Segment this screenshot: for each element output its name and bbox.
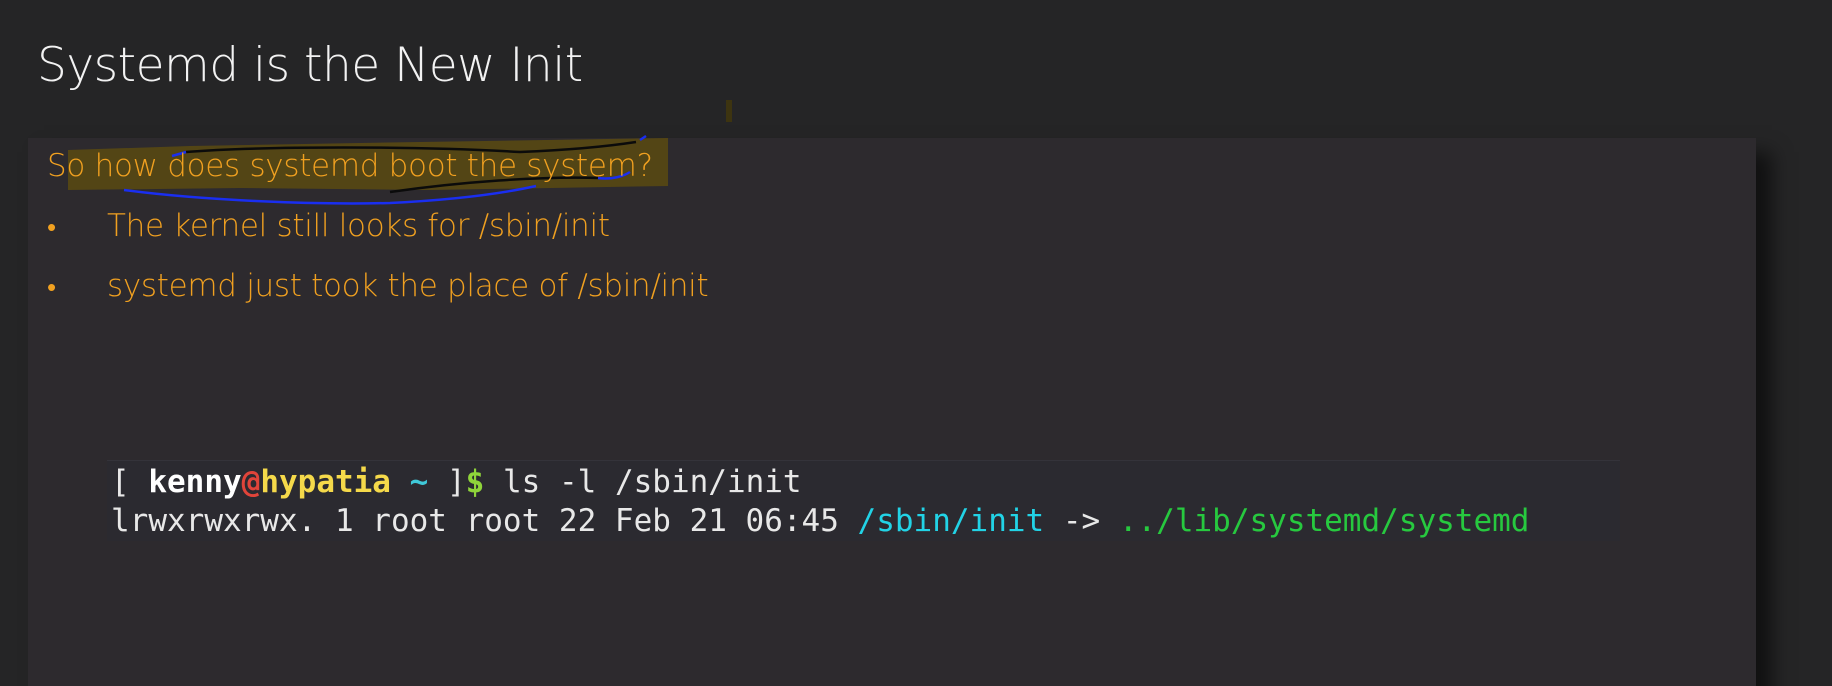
bullet-text: systemd just took the place of /sbin/ini…: [107, 268, 709, 304]
stray-ink-mark: [726, 100, 732, 122]
slide-stage: Systemd is the New Init So how does syst…: [0, 0, 1832, 686]
prompt-host: hypatia: [260, 464, 391, 500]
slide-title: Systemd is the New Init: [37, 38, 583, 93]
output-arrow: ->: [1044, 503, 1119, 539]
bullet-icon: •: [47, 273, 56, 303]
prompt-close-bracket: ]: [428, 464, 466, 500]
prompt-at: @: [241, 464, 261, 500]
bullet-item: • The kernel still looks for /sbin/init: [47, 208, 610, 244]
terminal-snippet: [ kenny@hypatia ~ ]$ ls -l /sbin/init lr…: [107, 460, 1620, 541]
prompt-dollar: $: [465, 464, 485, 500]
prompt-open-bracket: [: [111, 464, 149, 500]
prompt-user: kenny: [148, 464, 242, 500]
bullet-icon: •: [47, 213, 56, 243]
bullet-item: • systemd just took the place of /sbin/in…: [47, 268, 709, 304]
bullet-text: The kernel still looks for /sbin/init: [107, 208, 610, 244]
question-text: So how does systemd boot the system?: [47, 148, 653, 184]
terminal-prompt-line: [ kenny@hypatia ~ ]$ ls -l /sbin/init: [111, 463, 802, 501]
output-prefix: lrwxrwxrwx. 1 root root 22 Feb 21 06:45: [111, 503, 858, 539]
prompt-path: ~: [390, 464, 429, 500]
terminal-command: ls -l /sbin/init: [484, 464, 802, 500]
terminal-output-line: lrwxrwxrwx. 1 root root 22 Feb 21 06:45 …: [111, 502, 1529, 540]
output-link-name: /sbin/init: [857, 503, 1045, 539]
output-link-target: ../lib/systemd/systemd: [1118, 503, 1530, 539]
